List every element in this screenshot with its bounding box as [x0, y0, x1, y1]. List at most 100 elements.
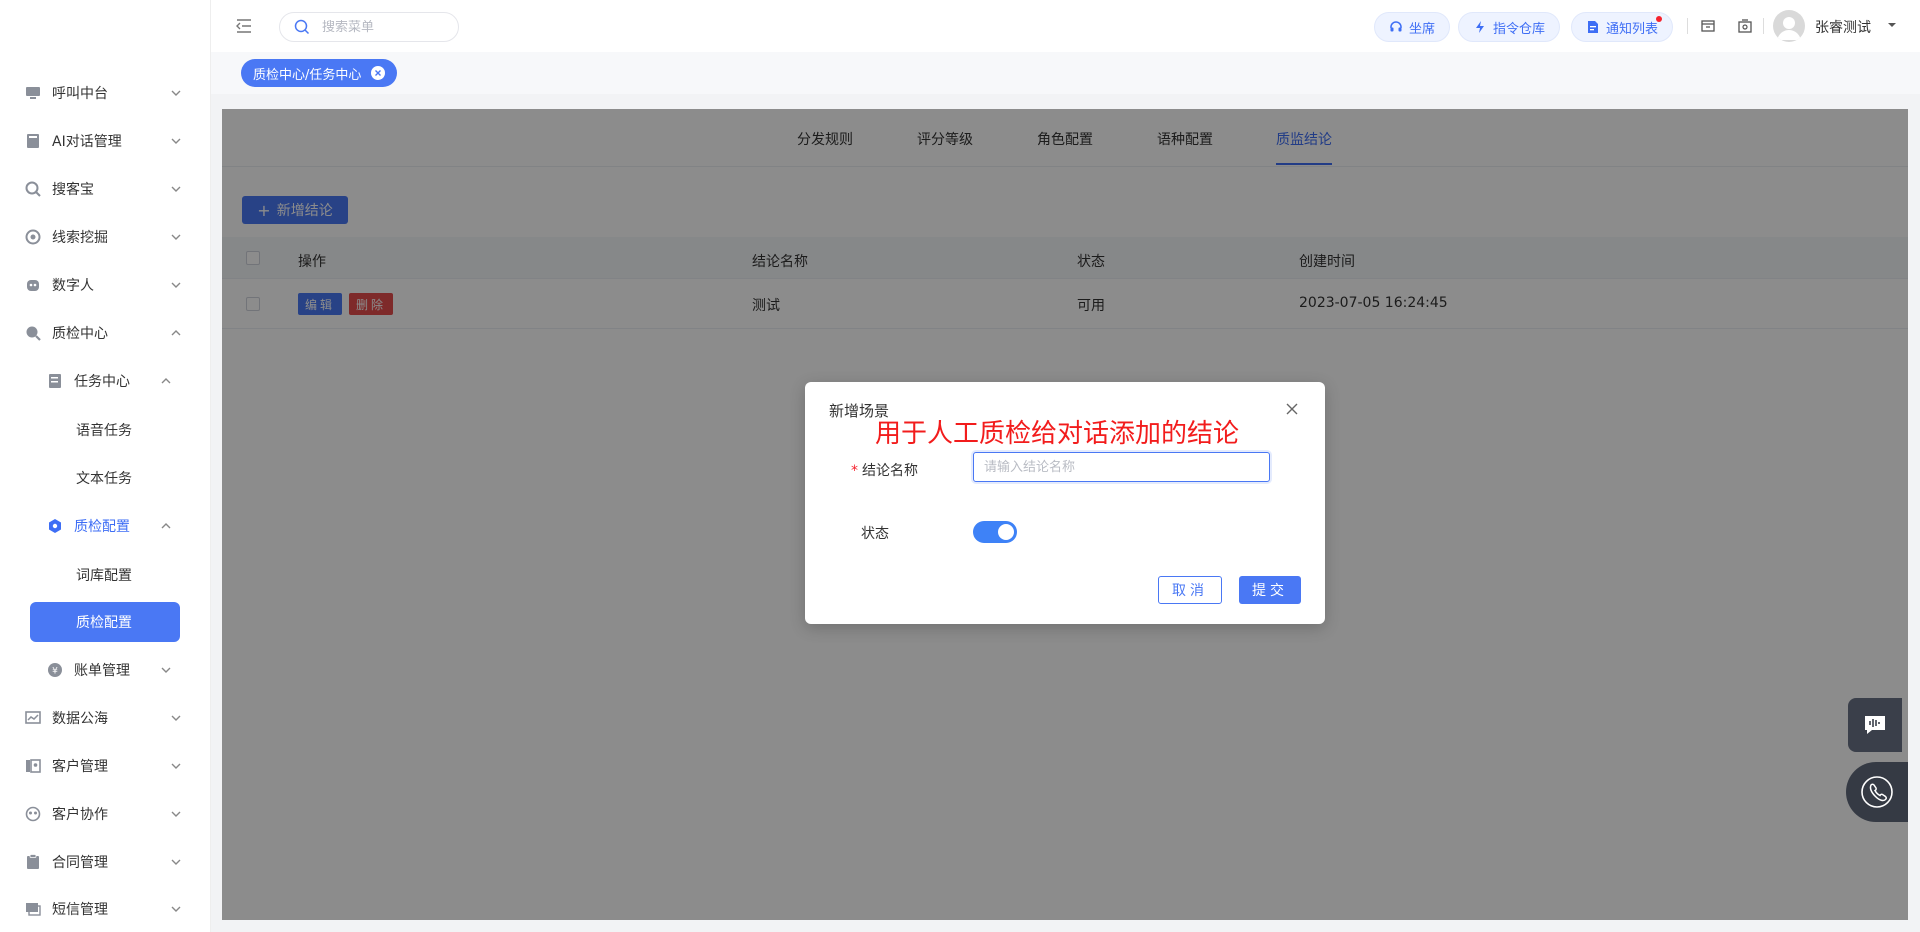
- bill-icon: ¥: [46, 661, 64, 679]
- seat-button[interactable]: 坐席: [1374, 12, 1451, 42]
- target-icon: [24, 228, 42, 246]
- sidebar-item-customer-collab[interactable]: 客户协作: [0, 794, 211, 834]
- sidebar-item-data-pool[interactable]: 数据公海: [0, 698, 211, 738]
- chevron-down-icon: [171, 138, 181, 144]
- add-scene-dialog: 新增场景 用于人工质检给对话添加的结论 *结论名称 状态 取消 提交: [805, 382, 1325, 624]
- search-input[interactable]: [322, 19, 442, 35]
- sidebar-item-label: 呼叫中台: [52, 86, 108, 102]
- sidebar-item-label: 数字人: [52, 278, 94, 294]
- chevron-up-icon: [171, 330, 181, 336]
- sidebar-item-label: AI对话管理: [52, 134, 122, 150]
- menu-fold-icon[interactable]: [235, 17, 253, 35]
- divider: [1687, 18, 1688, 34]
- fullscreen-icon[interactable]: [1737, 18, 1753, 34]
- sidebar-item-bill-management[interactable]: ¥ 账单管理: [0, 650, 211, 690]
- chevron-down-icon: [171, 282, 181, 288]
- sidebar-item-lexicon-config[interactable]: 词库配置: [0, 555, 211, 595]
- sidebar-item-sms-management[interactable]: 短信管理: [0, 889, 211, 929]
- conclusion-name-input[interactable]: [973, 452, 1270, 482]
- sidebar-item-digital-human[interactable]: 数字人: [0, 265, 211, 305]
- chevron-up-icon: [161, 523, 171, 529]
- sidebar-item-label: 账单管理: [74, 663, 130, 679]
- sidebar: 呼叫中台 AI对话管理 搜客宝 线索挖掘 数字人 质检中心 任务中心 语音任务 …: [0, 0, 211, 932]
- sidebar-item-label: 数据公海: [52, 711, 108, 727]
- collab-icon: [24, 805, 42, 823]
- conclusion-name-label: * 结论名称: [851, 463, 918, 479]
- close-icon[interactable]: [371, 66, 386, 80]
- customer-icon: [24, 757, 42, 775]
- sidebar-item-task-center[interactable]: 任务中心: [0, 361, 211, 401]
- command-warehouse-label: 指令仓库: [1493, 21, 1546, 37]
- sidebar-item-label: 质检中心: [52, 326, 108, 342]
- chevron-up-icon: [161, 378, 171, 384]
- chevron-down-icon: [161, 667, 171, 673]
- command-warehouse-button[interactable]: 指令仓库: [1458, 12, 1561, 42]
- status-toggle[interactable]: [973, 521, 1017, 543]
- annotation-text: 用于人工质检给对话添加的结论: [875, 419, 1240, 449]
- screen-icon[interactable]: [1700, 18, 1716, 34]
- close-icon[interactable]: [1285, 402, 1299, 416]
- chevron-down-icon: [171, 906, 181, 912]
- sidebar-item-label: 客户管理: [52, 759, 108, 775]
- sidebar-item-voice-task[interactable]: 语音任务: [0, 410, 211, 450]
- sidebar-item-quality-center[interactable]: 质检中心: [0, 313, 211, 353]
- sidebar-item-quality-config-group[interactable]: 质检配置: [0, 506, 211, 546]
- book-icon: [24, 132, 42, 150]
- sidebar-item-customer-management[interactable]: 客户管理: [0, 746, 211, 786]
- audio-message-icon: [1865, 716, 1885, 734]
- sidebar-item-text-task[interactable]: 文本任务: [0, 458, 211, 498]
- chevron-down-icon: [171, 90, 181, 96]
- tag-label: 质检中心/任务中心: [253, 67, 362, 83]
- sidebar-item-label: 质检配置: [74, 519, 130, 535]
- sidebar-item-label: 短信管理: [52, 902, 108, 918]
- unread-dot: [1656, 16, 1663, 22]
- voice-assistant-button[interactable]: [1848, 698, 1902, 752]
- sidebar-item-lead-mining[interactable]: 线索挖掘: [0, 217, 211, 257]
- sidebar-item-label: 词库配置: [76, 568, 132, 584]
- sidebar-item-call-center[interactable]: 呼叫中台: [0, 73, 211, 113]
- submit-button[interactable]: 提交: [1239, 576, 1301, 604]
- sms-icon: [24, 900, 42, 918]
- search-circle-icon: [24, 180, 42, 198]
- chevron-down-icon: [171, 859, 181, 865]
- svg-text:¥: ¥: [52, 667, 58, 677]
- document-icon: [1588, 21, 1598, 33]
- search-icon: [294, 19, 310, 35]
- avatar[interactable]: [1773, 10, 1805, 42]
- sidebar-item-label: 线索挖掘: [52, 230, 108, 246]
- chart-icon: [24, 709, 42, 727]
- divider: [1763, 18, 1764, 34]
- chevron-down-icon: [171, 763, 181, 769]
- tag-bar: 质检中心/任务中心: [211, 52, 1920, 94]
- robot-icon: [24, 276, 42, 294]
- contract-icon: [24, 853, 42, 871]
- inspect-icon: [24, 324, 42, 342]
- bolt-icon: [1476, 21, 1484, 33]
- headset-icon: [1390, 21, 1402, 32]
- monitor-icon: [24, 84, 42, 102]
- sidebar-item-label: 搜客宝: [52, 182, 94, 198]
- menu-search[interactable]: [279, 12, 459, 42]
- sidebar-item-label: 文本任务: [76, 471, 132, 487]
- caret-down-icon[interactable]: [1886, 19, 1898, 31]
- chevron-down-icon: [171, 186, 181, 192]
- sidebar-item-soukebao[interactable]: 搜客宝: [0, 169, 211, 209]
- config-hex-icon: [46, 517, 64, 535]
- toggle-knob: [998, 524, 1014, 540]
- sidebar-item-contract-management[interactable]: 合同管理: [0, 842, 211, 882]
- seat-label: 坐席: [1409, 21, 1436, 37]
- sidebar-item-ai-dialog[interactable]: AI对话管理: [0, 121, 211, 161]
- sidebar-item-label: 任务中心: [74, 374, 130, 390]
- username[interactable]: 张睿测试: [1815, 17, 1871, 37]
- sidebar-item-label: 语音任务: [76, 423, 132, 439]
- phone-icon: [1861, 776, 1893, 808]
- cancel-button[interactable]: 取消: [1158, 576, 1222, 604]
- sidebar-item-label: 客户协作: [52, 807, 108, 823]
- chevron-down-icon: [171, 811, 181, 817]
- status-label: 状态: [861, 526, 889, 542]
- tag-quality-task-center[interactable]: 质检中心/任务中心: [241, 59, 398, 87]
- sidebar-item-quality-config[interactable]: 质检配置: [30, 602, 180, 642]
- phone-call-button[interactable]: [1846, 762, 1908, 822]
- notification-list-label: 通知列表: [1606, 21, 1659, 37]
- notification-list-button[interactable]: 通知列表: [1571, 12, 1674, 42]
